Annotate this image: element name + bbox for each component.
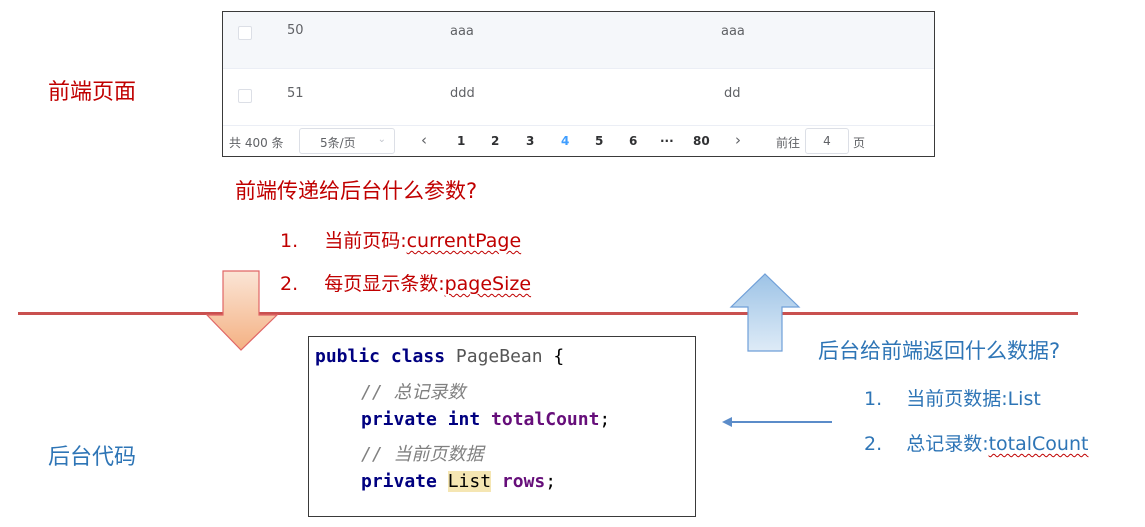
table-row[interactable]: 51 ddd dd — [223, 69, 934, 126]
code-line-class: public class PageBean { — [315, 346, 564, 367]
class-name: PageBean — [455, 346, 543, 367]
page-5[interactable]: 5 — [595, 134, 603, 148]
frontend-label: 前端页面 — [48, 80, 137, 105]
code-comment-total: // 总记录数 — [361, 382, 466, 403]
item-number: 1. — [864, 388, 883, 410]
item-text: 每页显示条数: — [324, 273, 445, 295]
code-line-total: private int totalCount; — [361, 409, 610, 430]
page-4-active[interactable]: 4 — [561, 134, 569, 148]
item-number: 1. — [280, 230, 299, 252]
code-line-rows: private List rows; — [361, 471, 556, 492]
code-block: public class PageBean { // 总记录数 private … — [308, 336, 696, 517]
request-item-2: 2. 每页显示条数:pageSize — [280, 269, 531, 296]
cell-id: 50 — [287, 23, 304, 38]
code-comment-rows: // 当前页数据 — [361, 444, 484, 465]
type-name: List — [447, 471, 492, 492]
table-row[interactable]: 50 aaa aaa — [223, 12, 934, 69]
keyword: public class — [315, 346, 456, 367]
chevron-down-icon: ⌄ — [377, 134, 386, 145]
goto-prefix: 前往 — [776, 136, 801, 150]
up-arrow-icon — [729, 273, 801, 352]
semicolon: ; — [545, 471, 557, 492]
goto-suffix: 页 — [853, 136, 866, 150]
param-name: pageSize — [444, 273, 532, 295]
pagination: 共 400 条 5条/页 ⌄ ‹ 1 2 3 4 5 6 ··· 80 › 前往… — [223, 125, 934, 156]
total-count: 共 400 条 — [229, 136, 284, 150]
cell-col3: aaa — [721, 24, 745, 39]
param-name: List — [1007, 388, 1041, 410]
request-heading: 前端传递给后台什么参数? — [235, 179, 478, 203]
goto-page-input[interactable]: 4 — [805, 128, 849, 154]
cell-col3: dd — [724, 86, 741, 101]
down-arrow-icon — [205, 270, 279, 351]
param-name: currentPage — [406, 230, 522, 252]
page-3[interactable]: 3 — [526, 134, 534, 148]
item-text: 总记录数: — [906, 433, 989, 455]
brace: { — [542, 346, 565, 367]
data-table: 50 aaa aaa 51 ddd dd 共 400 条 5条/页 ⌄ ‹ 1 … — [222, 11, 935, 157]
response-heading: 后台给前端返回什么数据? — [818, 339, 1061, 363]
left-arrow-icon — [722, 417, 832, 427]
row-checkbox[interactable] — [238, 89, 252, 103]
request-item-1: 1. 当前页码:currentPage — [280, 226, 521, 253]
keyword: private int — [361, 409, 492, 430]
cell-col2: aaa — [450, 24, 474, 39]
item-text: 当前页码: — [324, 230, 407, 252]
item-text: 当前页数据: — [906, 388, 1008, 410]
backend-label: 后台代码 — [48, 445, 137, 470]
page-size-select[interactable]: 5条/页 ⌄ — [299, 128, 395, 154]
cell-id: 51 — [287, 86, 304, 101]
param-name: totalCount — [988, 433, 1089, 455]
row-checkbox[interactable] — [238, 26, 252, 40]
page-size-value: 5条/页 — [320, 136, 356, 150]
semicolon: ; — [599, 409, 611, 430]
page-1[interactable]: 1 — [457, 134, 465, 148]
divider-line — [18, 312, 1078, 315]
page-6[interactable]: 6 — [629, 134, 637, 148]
response-item-1: 1. 当前页数据:List — [864, 384, 1041, 411]
page-80[interactable]: 80 — [693, 134, 710, 148]
cell-col2: ddd — [450, 86, 475, 101]
page-2[interactable]: 2 — [491, 134, 499, 148]
next-page-icon[interactable]: › — [735, 131, 741, 149]
response-item-2: 2. 总记录数:totalCount — [864, 429, 1088, 456]
field-name: totalCount — [491, 409, 600, 430]
page-ellipsis[interactable]: ··· — [660, 134, 674, 148]
prev-page-icon[interactable]: ‹ — [421, 131, 427, 149]
keyword: private — [361, 471, 448, 492]
field-name: rows — [501, 471, 546, 492]
item-number: 2. — [864, 433, 883, 455]
item-number: 2. — [280, 273, 299, 295]
